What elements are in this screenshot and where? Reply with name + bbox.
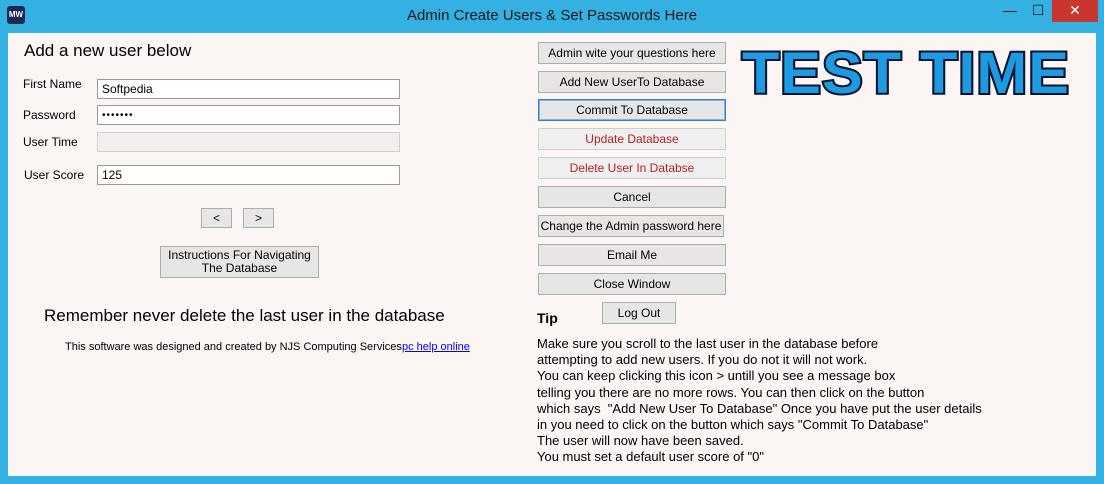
window-title: Admin Create Users & Set Passwords Here [406,7,698,24]
close-window-button[interactable]: ✕ [1052,0,1098,22]
test-time-logo: TEST TIME [740,40,1071,108]
instructions-line-2: The Database [201,261,278,275]
first-name-label: First Name [23,77,82,91]
tip-text: Make sure you scroll to the last user in… [537,336,982,466]
tip-line: Make sure you scroll to the last user in… [537,336,879,351]
first-name-input[interactable] [97,79,400,99]
password-label: Password [23,108,76,122]
logo-text: TEST TIME [742,41,1070,106]
user-score-label: User Score [24,168,85,182]
tip-line: telling you there are no more rows. You … [537,384,925,400]
tip-line: attempting to add new users. If you do n… [537,352,868,368]
pc-help-online-link[interactable]: pc help online [402,341,470,353]
add-new-user-button[interactable]: Add New UserTo Database [538,71,726,93]
tip-line: which says "Add New User To Database" On… [537,400,982,416]
form-heading: Add a new user below [24,41,192,60]
tip-line: The user will now have been saved. [537,433,744,449]
log-out-button[interactable]: Log Out [602,302,676,324]
next-record-button[interactable]: > [243,208,274,228]
warning-text: Remember never delete the last user in t… [44,306,445,325]
title-bar[interactable]: MW Admin Create Users & Set Passwords He… [0,0,1104,33]
update-database-button[interactable]: Update Database [538,128,726,150]
minimize-button[interactable]: — [996,0,1024,22]
credit-text: This software was designed and created b… [65,341,402,353]
user-score-input[interactable] [97,165,400,185]
admin-questions-button[interactable]: Admin wite your questions here [538,42,726,64]
cancel-button[interactable]: Cancel [538,186,726,208]
close-window-form-button[interactable]: Close Window [538,273,726,295]
password-input[interactable] [97,105,400,125]
tip-line: You must set a default user score of "0" [537,449,764,465]
tip-title: Tip [537,310,558,326]
app-window: MW Admin Create Users & Set Passwords He… [0,0,1104,484]
delete-user-button[interactable]: Delete User In Databse [538,157,726,179]
instructions-button[interactable]: Instructions For Navigating The Database [160,246,319,278]
tip-line: in you need to click on the button which… [537,417,929,433]
tip-line: You can keep clicking this icon > untill… [537,368,896,384]
change-admin-password-button[interactable]: Change the Admin password here [538,215,724,237]
commit-to-database-button[interactable]: Commit To Database [538,99,726,121]
user-time-label: User Time [23,135,78,149]
email-me-button[interactable]: Email Me [538,244,726,266]
maximize-button[interactable]: ☐ [1024,0,1052,22]
instructions-line-1: Instructions For Navigating [168,248,311,262]
previous-record-button[interactable]: < [201,208,232,228]
user-time-input[interactable] [97,132,400,152]
